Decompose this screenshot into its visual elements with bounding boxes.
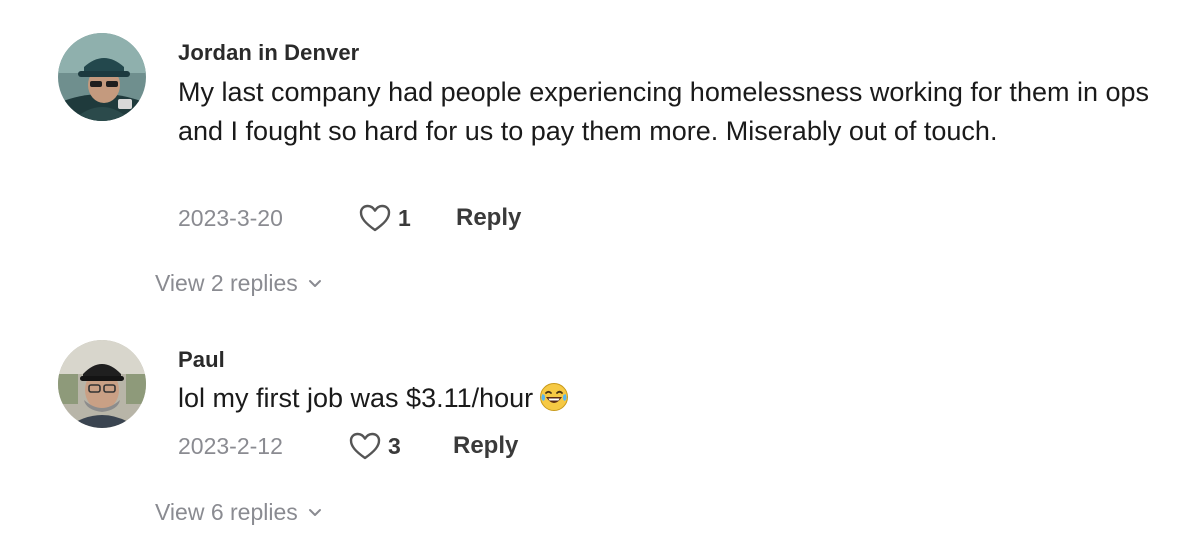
user-avatar[interactable]: [58, 33, 146, 121]
comment-username[interactable]: Paul: [178, 347, 225, 373]
view-replies-label: View 2 replies: [155, 270, 298, 296]
like-button[interactable]: 1: [358, 203, 411, 233]
heart-icon: [359, 204, 391, 232]
view-replies-button[interactable]: View 6 replies: [155, 499, 322, 526]
comment-date: 2023-3-20: [178, 205, 283, 231]
comment-username[interactable]: Jordan in Denver: [178, 40, 359, 66]
view-replies-label: View 6 replies: [155, 499, 298, 525]
comment-meta: 2023-3-20 1 Reply: [178, 203, 778, 239]
chevron-down-icon: [308, 279, 321, 287]
reply-button[interactable]: Reply: [456, 204, 521, 232]
comment-date: 2023-2-12: [178, 433, 283, 459]
reply-button[interactable]: Reply: [453, 432, 518, 460]
comment-text-body: lol my first job was $3.11/hour: [178, 383, 534, 413]
comment-text: lol my first job was $3.11/hour: [178, 379, 1178, 418]
user-avatar[interactable]: [58, 340, 146, 428]
view-replies-button[interactable]: View 2 replies: [155, 270, 322, 297]
like-button[interactable]: 3: [348, 431, 401, 461]
heart-icon: [349, 432, 381, 460]
like-count: 1: [398, 204, 411, 231]
comment-meta: 2023-2-12 3 Reply: [178, 431, 778, 467]
like-count: 3: [388, 432, 401, 459]
chevron-down-icon: [308, 508, 321, 516]
comment-text: My last company had people experiencing …: [178, 77, 1150, 146]
laughing-tears-emoji-icon: [540, 383, 569, 411]
